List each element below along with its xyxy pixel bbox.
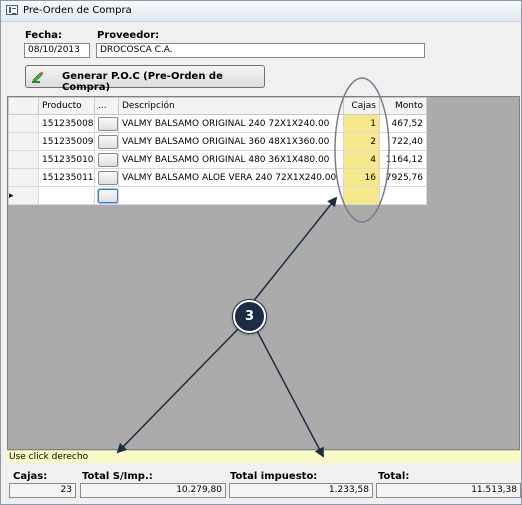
cell-descripcion[interactable]: VALMY BALSAMO ORIGINAL 360 48X1X360.00 <box>118 132 344 151</box>
cell-descripcion[interactable]: VALMY BALSAMO ORIGINAL 240 72X1X240.00 <box>118 114 344 133</box>
items-grid-area: Producto ... Descripción Cajas Monto 151… <box>7 96 520 450</box>
table-row[interactable]: 151235008 VALMY BALSAMO ORIGINAL 240 72X… <box>8 114 427 133</box>
cell-lookup[interactable] <box>94 186 119 205</box>
table-row[interactable]: 151235010 VALMY BALSAMO ORIGINAL 480 36X… <box>8 150 427 169</box>
cell-monto[interactable] <box>379 186 427 205</box>
pencil-icon <box>32 71 44 83</box>
cell-cajas[interactable] <box>343 186 380 205</box>
lookup-button[interactable] <box>98 116 118 131</box>
cell-producto[interactable]: 151235010 <box>38 150 95 169</box>
generate-poc-label: Generar P.O.C (Pre-Orden de Compra) <box>62 71 223 93</box>
generate-poc-button[interactable]: Generar P.O.C (Pre-Orden de Compra) <box>25 65 265 93</box>
lookup-button[interactable] <box>98 134 118 149</box>
cell-producto[interactable] <box>38 186 95 205</box>
cajas-total-label: Cajas: <box>13 471 48 482</box>
cell-lookup[interactable] <box>94 114 119 133</box>
proveedor-field[interactable]: DROCOSCA C.A. <box>96 43 425 58</box>
row-header[interactable] <box>8 114 39 133</box>
lookup-button[interactable] <box>98 152 118 167</box>
proveedor-label: Proveedor: <box>97 30 160 41</box>
cell-descripcion[interactable]: VALMY BALSAMO ORIGINAL 480 36X1X480.00 <box>118 150 344 169</box>
window-title: Pre-Orden de Compra <box>23 5 132 16</box>
table-row[interactable]: 151235009 VALMY BALSAMO ORIGINAL 360 48X… <box>8 132 427 151</box>
new-row[interactable]: ▸ <box>8 186 427 205</box>
cell-cajas[interactable]: 1 <box>343 114 380 133</box>
total-label: Total: <box>378 471 410 482</box>
cell-lookup[interactable] <box>94 132 119 151</box>
lookup-button[interactable] <box>98 170 118 185</box>
total-impuesto-field: 1.233,58 <box>229 483 373 498</box>
cell-cajas[interactable]: 4 <box>343 150 380 169</box>
total-impuesto-label: Total impuesto: <box>230 471 318 482</box>
row-header-corner <box>8 97 39 115</box>
cell-producto[interactable]: 151235009 <box>38 132 95 151</box>
cell-monto[interactable]: 1164,12 <box>379 150 427 169</box>
step-badge: 3 <box>233 300 266 333</box>
cell-monto[interactable]: 7925,76 <box>379 168 427 187</box>
cell-producto[interactable]: 151235008 <box>38 114 95 133</box>
status-bar: Use click derecho <box>7 450 520 463</box>
cell-monto[interactable]: 467,52 <box>379 114 427 133</box>
total-sin-imp-label: Total S/Imp.: <box>82 471 153 482</box>
total-field: 11.513,38 <box>376 483 521 498</box>
cell-cajas[interactable]: 16 <box>343 168 380 187</box>
cell-lookup[interactable] <box>94 168 119 187</box>
current-row-arrow-icon: ▸ <box>8 186 39 205</box>
cajas-total-field: 23 <box>9 483 76 498</box>
row-header[interactable] <box>8 168 39 187</box>
col-header-producto[interactable]: Producto <box>38 97 95 115</box>
grid-header-row: Producto ... Descripción Cajas Monto <box>8 97 427 115</box>
cell-producto[interactable]: 151235011 <box>38 168 95 187</box>
total-sin-imp-field: 10.279,80 <box>80 483 226 498</box>
row-header[interactable] <box>8 132 39 151</box>
col-header-cajas[interactable]: Cajas <box>343 97 380 115</box>
fecha-label: Fecha: <box>25 30 63 41</box>
fecha-field[interactable]: 08/10/2013 <box>24 43 90 58</box>
col-header-descripcion[interactable]: Descripción <box>118 97 344 115</box>
app-icon <box>6 5 18 15</box>
row-header[interactable] <box>8 150 39 169</box>
items-grid: Producto ... Descripción Cajas Monto 151… <box>8 97 427 205</box>
cell-descripcion[interactable] <box>118 186 344 205</box>
table-row[interactable]: 151235011 VALMY BALSAMO ALOE VERA 240 72… <box>8 168 427 187</box>
cell-lookup[interactable] <box>94 150 119 169</box>
cell-monto[interactable]: 722,40 <box>379 132 427 151</box>
lookup-button[interactable] <box>98 188 118 203</box>
cell-cajas[interactable]: 2 <box>343 132 380 151</box>
cell-descripcion[interactable]: VALMY BALSAMO ALOE VERA 240 72X1X240.00 <box>118 168 344 187</box>
col-header-lookup[interactable]: ... <box>94 97 119 115</box>
title-bar: Pre-Orden de Compra <box>1 1 521 22</box>
col-header-monto[interactable]: Monto <box>379 97 427 115</box>
